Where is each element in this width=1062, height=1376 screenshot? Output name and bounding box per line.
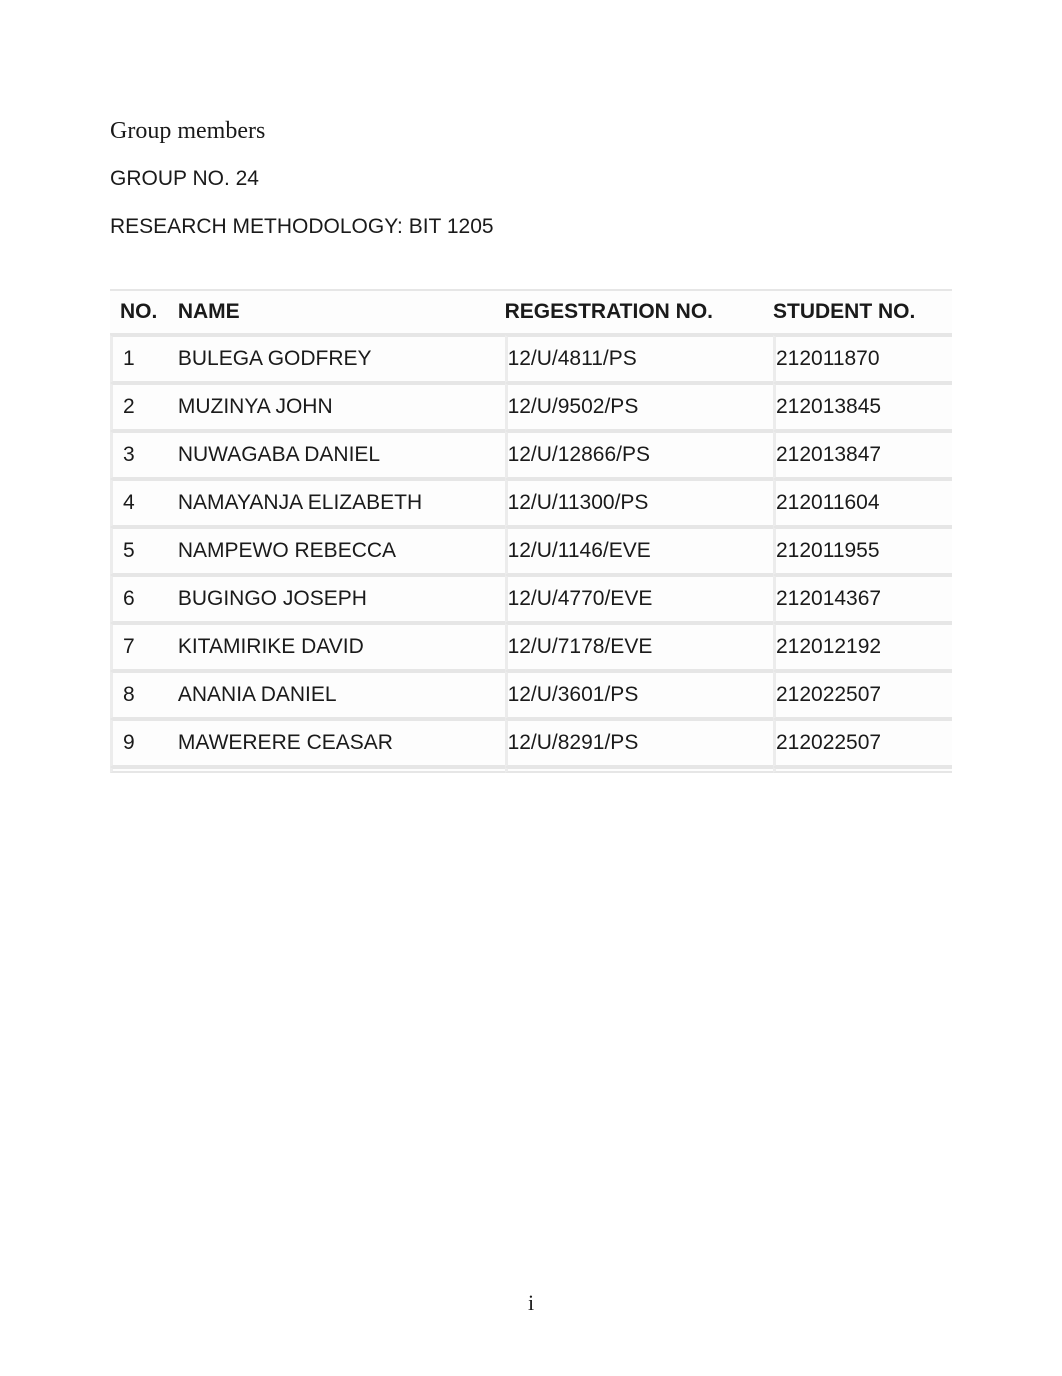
cell-no: 3 bbox=[110, 431, 178, 479]
table-row: 9 MAWERERE CEASAR 12/U/8291/PS 212022507 bbox=[110, 719, 952, 767]
cell-no: 7 bbox=[110, 623, 178, 671]
page-number: i bbox=[0, 1290, 1062, 1316]
cell-reg: 12/U/3601/PS bbox=[505, 671, 773, 719]
cell-student: 212011955 bbox=[773, 527, 952, 575]
col-header-student: STUDENT NO. bbox=[773, 289, 952, 335]
cell-name: NUWAGABA DANIEL bbox=[178, 431, 505, 479]
cell-reg: 12/U/12866/PS bbox=[505, 431, 773, 479]
cell-name: ANANIA DANIEL bbox=[178, 671, 505, 719]
cell-name: BULEGA GODFREY bbox=[178, 335, 505, 383]
table-header-row: NO. NAME REGESTRATION NO. STUDENT NO. bbox=[110, 289, 952, 335]
cell-no: 1 bbox=[110, 335, 178, 383]
cell-no: 2 bbox=[110, 383, 178, 431]
group-number-line: GROUP NO. 24 bbox=[110, 167, 952, 191]
members-table-container: NO. NAME REGESTRATION NO. STUDENT NO. 1 … bbox=[110, 289, 952, 773]
cell-student: 212022507 bbox=[773, 719, 952, 767]
cell-student: 212013845 bbox=[773, 383, 952, 431]
cell-reg: 12/U/7178/EVE bbox=[505, 623, 773, 671]
cell-no: 9 bbox=[110, 719, 178, 767]
cell-student: 212012192 bbox=[773, 623, 952, 671]
table-row: 3 NUWAGABA DANIEL 12/U/12866/PS 21201384… bbox=[110, 431, 952, 479]
cell-name: NAMPEWO REBECCA bbox=[178, 527, 505, 575]
cell-student: 212011604 bbox=[773, 479, 952, 527]
cell-reg: 12/U/8291/PS bbox=[505, 719, 773, 767]
cell-student: 212022507 bbox=[773, 671, 952, 719]
table-row: 2 MUZINYA JOHN 12/U/9502/PS 212013845 bbox=[110, 383, 952, 431]
cell-student: 212013847 bbox=[773, 431, 952, 479]
table-row: 7 KITAMIRIKE DAVID 12/U/7178/EVE 2120121… bbox=[110, 623, 952, 671]
table-row: 8 ANANIA DANIEL 12/U/3601/PS 212022507 bbox=[110, 671, 952, 719]
cell-reg: 12/U/1146/EVE bbox=[505, 527, 773, 575]
cell-no: 5 bbox=[110, 527, 178, 575]
cell-no: 4 bbox=[110, 479, 178, 527]
cell-reg: 12/U/4770/EVE bbox=[505, 575, 773, 623]
members-table: NO. NAME REGESTRATION NO. STUDENT NO. 1 … bbox=[110, 289, 952, 773]
cell-reg: 12/U/4811/PS bbox=[505, 335, 773, 383]
page-title: Group members bbox=[110, 118, 952, 145]
table-row: 5 NAMPEWO REBECCA 12/U/1146/EVE 21201195… bbox=[110, 527, 952, 575]
table-row: 1 BULEGA GODFREY 12/U/4811/PS 212011870 bbox=[110, 335, 952, 383]
col-header-no: NO. bbox=[110, 289, 178, 335]
cell-reg: 12/U/11300/PS bbox=[505, 479, 773, 527]
cell-name: KITAMIRIKE DAVID bbox=[178, 623, 505, 671]
table-trailing-spacer bbox=[110, 767, 952, 773]
col-header-name: NAME bbox=[178, 289, 505, 335]
table-row: 4 NAMAYANJA ELIZABETH 12/U/11300/PS 2120… bbox=[110, 479, 952, 527]
col-header-reg: REGESTRATION NO. bbox=[505, 289, 773, 335]
table-row: 6 BUGINGO JOSEPH 12/U/4770/EVE 212014367 bbox=[110, 575, 952, 623]
cell-no: 6 bbox=[110, 575, 178, 623]
cell-reg: 12/U/9502/PS bbox=[505, 383, 773, 431]
cell-no: 8 bbox=[110, 671, 178, 719]
cell-student: 212011870 bbox=[773, 335, 952, 383]
course-line: RESEARCH METHODOLOGY: BIT 1205 bbox=[110, 215, 952, 239]
cell-name: MAWERERE CEASAR bbox=[178, 719, 505, 767]
cell-name: MUZINYA JOHN bbox=[178, 383, 505, 431]
cell-student: 212014367 bbox=[773, 575, 952, 623]
cell-name: BUGINGO JOSEPH bbox=[178, 575, 505, 623]
cell-name: NAMAYANJA ELIZABETH bbox=[178, 479, 505, 527]
